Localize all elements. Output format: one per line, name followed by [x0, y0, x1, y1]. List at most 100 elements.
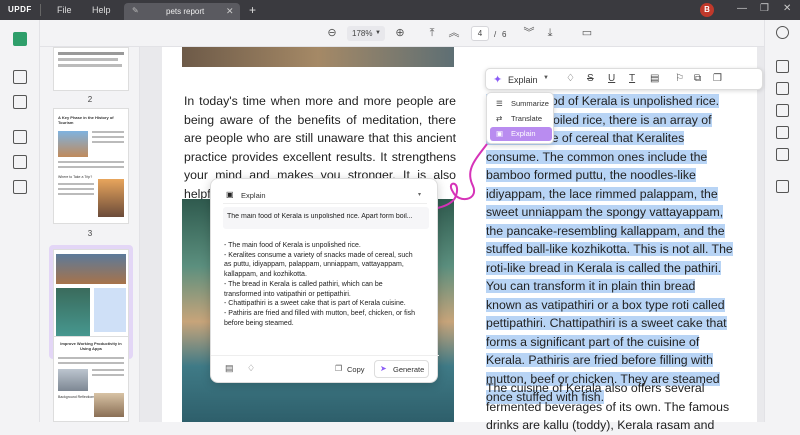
text-line: fermented beverages of its own. The famo… — [486, 399, 730, 414]
last-page-icon[interactable]: ⤓ — [543, 26, 557, 40]
thumbnail-page-5[interactable]: Improve Working Productivity in Using Ap… — [53, 336, 129, 422]
thumb3-image — [58, 131, 88, 157]
highlighted-line: consume. The common ones include the — [486, 148, 731, 167]
highlighted-line: the pancake-resembling kallappam, and th… — [486, 222, 731, 241]
comment-icon[interactable]: ▤ — [650, 73, 659, 84]
dropdown-item-summarize[interactable]: ☰ Summarize — [490, 97, 552, 111]
clear-icon[interactable]: ♢ — [247, 363, 255, 374]
highlight-span: Kerala. Pathiris are fried before fillin… — [486, 353, 713, 367]
protect-icon[interactable] — [776, 104, 789, 117]
highlighted-line: pettipathiri. Chattipathiri is a sweet c… — [486, 314, 731, 333]
header-image — [182, 47, 454, 67]
avatar[interactable]: B — [700, 3, 714, 17]
copy-button[interactable]: ❐ Copy — [331, 361, 371, 377]
zoom-select[interactable]: 178% ▼ — [347, 26, 385, 41]
search-icon[interactable] — [776, 26, 789, 39]
email-icon[interactable] — [776, 148, 789, 161]
thumbnail-panel: 2 A Key Phase in the History of Tourism … — [40, 47, 140, 422]
selection-toolbar: ✦ Explain ▼ ♢ S U T ▤ ⚐ ⧉ ❐ — [485, 68, 763, 90]
prompt-text: The main food of Kerala is unpolished ri… — [227, 213, 413, 220]
thumbnail-label: 2 — [87, 95, 93, 104]
highlight-icon[interactable]: ♢ — [566, 73, 575, 84]
dropdown-item-translate[interactable]: ⇄ Translate — [490, 112, 552, 126]
highlight-span: known as vatipathiri or a box type roti … — [486, 297, 725, 312]
dropdown-item-explain[interactable]: ▣ Explain — [490, 127, 552, 141]
translate-icon: ⇄ — [496, 114, 503, 123]
page-number-input[interactable]: 4 — [471, 26, 489, 41]
reader-mode-icon[interactable] — [13, 32, 27, 46]
chevron-down-icon: ▼ — [543, 75, 549, 81]
next-page-icon[interactable]: ︾ — [522, 26, 536, 40]
squiggly-icon[interactable]: T — [629, 73, 635, 84]
title-bar: UPDF File Help ✎ pets report ✕ + B — ❐ ✕ — [0, 0, 800, 20]
underline-icon[interactable]: U — [608, 73, 615, 84]
link-icon[interactable]: ⧉ — [694, 73, 701, 84]
output-line: as puttu, idiyappam, palappam, unniappam… — [224, 261, 404, 269]
highlighted-line: bamboo formed puttu, the noodles-like — [486, 166, 731, 185]
bookmark-icon[interactable]: ⚐ — [675, 73, 684, 84]
zoom-in-icon[interactable]: ⊕ — [393, 26, 407, 40]
restore-icon[interactable]: ❐ — [760, 3, 769, 14]
generate-button[interactable]: ➤ Generate — [374, 360, 429, 378]
highlight-span: idiyappam, the lace rimmed palappam, the — [486, 186, 718, 201]
tab-title: pets report — [166, 7, 205, 16]
new-tab-icon[interactable]: + — [249, 3, 256, 17]
zoom-value: 178% — [352, 29, 373, 38]
thumb5-image — [58, 369, 88, 391]
ocr-icon[interactable] — [776, 60, 789, 73]
generate-label: Generate — [393, 365, 425, 374]
copy-text-icon[interactable]: ❐ — [713, 73, 722, 84]
prompt-input[interactable]: The main food of Kerala is unpolished ri… — [223, 207, 429, 229]
highlight-span: You can transform it in plain thin bread — [486, 279, 696, 293]
explain-icon: ▣ — [496, 129, 504, 138]
tab-edit-icon: ✎ — [132, 6, 139, 15]
first-page-icon[interactable]: ⤒ — [425, 26, 439, 40]
output-line: before being steamed. — [224, 319, 294, 327]
edit-pdf-icon[interactable] — [13, 95, 27, 109]
chat-icon[interactable]: ▤ — [225, 363, 234, 374]
send-icon: ➤ — [380, 364, 387, 373]
highlight-span: pettipathiri. Chattipathiri is a sweet c… — [486, 316, 727, 330]
convert-pdf-icon[interactable] — [776, 82, 789, 95]
thumb3-heading: A Key Phase in the History of Tourism — [58, 115, 114, 125]
prev-page-icon[interactable]: ︽ — [447, 26, 461, 40]
text-line: The cuisine of Kerala also offers severa… — [486, 381, 705, 395]
convert-icon[interactable] — [13, 155, 27, 169]
share-icon[interactable] — [776, 126, 789, 139]
zoom-out-icon[interactable]: ⊖ — [325, 26, 339, 40]
output-line: - The bread in Kerala is called pathiri,… — [224, 280, 383, 288]
output-line: - Chattipathiri is a sweet cake that is … — [224, 300, 406, 308]
organize-pages-icon[interactable] — [13, 130, 27, 144]
chevron-down-icon: ▼ — [375, 30, 381, 36]
highlighted-line: stuffed ball-like kozhikotta. This is no… — [486, 240, 733, 259]
layers-icon[interactable] — [13, 180, 27, 194]
tab-pets-report[interactable]: ✎ pets report ✕ — [124, 3, 240, 20]
menu-file[interactable]: File — [57, 5, 72, 15]
highlighted-line: forms a significant part of the cuisine … — [486, 333, 731, 352]
thumb5-heading: Improve Working Productivity in Using Ap… — [60, 341, 122, 351]
page-separator: / — [494, 30, 497, 39]
title-divider — [40, 4, 41, 16]
ai-output: - The main food of Kerala is unpolished … — [224, 241, 432, 328]
tab-close-icon[interactable]: ✕ — [226, 6, 234, 17]
save-icon[interactable] — [776, 180, 789, 193]
menu-help[interactable]: Help — [92, 5, 111, 15]
thumbnail-label: 3 — [87, 229, 93, 238]
thumbnail-page-3[interactable]: A Key Phase in the History of Tourism Wh… — [53, 108, 129, 224]
ai-sparkle-icon: ✦ — [493, 74, 503, 86]
right-rail — [764, 20, 800, 422]
mode-select[interactable]: ▣ Explain ▾ — [223, 187, 427, 204]
minimize-icon[interactable]: — — [737, 3, 747, 14]
thumb3-sub: Where to Take a Trip? — [58, 175, 93, 179]
comment-view-icon[interactable]: ▭ — [580, 26, 594, 40]
output-line: - The main food of Kerala is unpolished … — [224, 242, 361, 249]
thumb3-eiffel-image — [98, 179, 124, 217]
comment-tool-icon[interactable] — [13, 70, 27, 84]
strikethrough-icon[interactable]: S — [587, 73, 594, 84]
copy-icon: ❐ — [335, 364, 343, 373]
highlight-span: forms a significant part of the cuisine … — [486, 334, 700, 349]
thumbnail-page-2[interactable] — [53, 47, 129, 91]
close-window-icon[interactable]: ✕ — [783, 3, 791, 14]
explain-dropdown[interactable]: Explain — [508, 75, 538, 85]
thumb4-top-image — [56, 254, 126, 284]
